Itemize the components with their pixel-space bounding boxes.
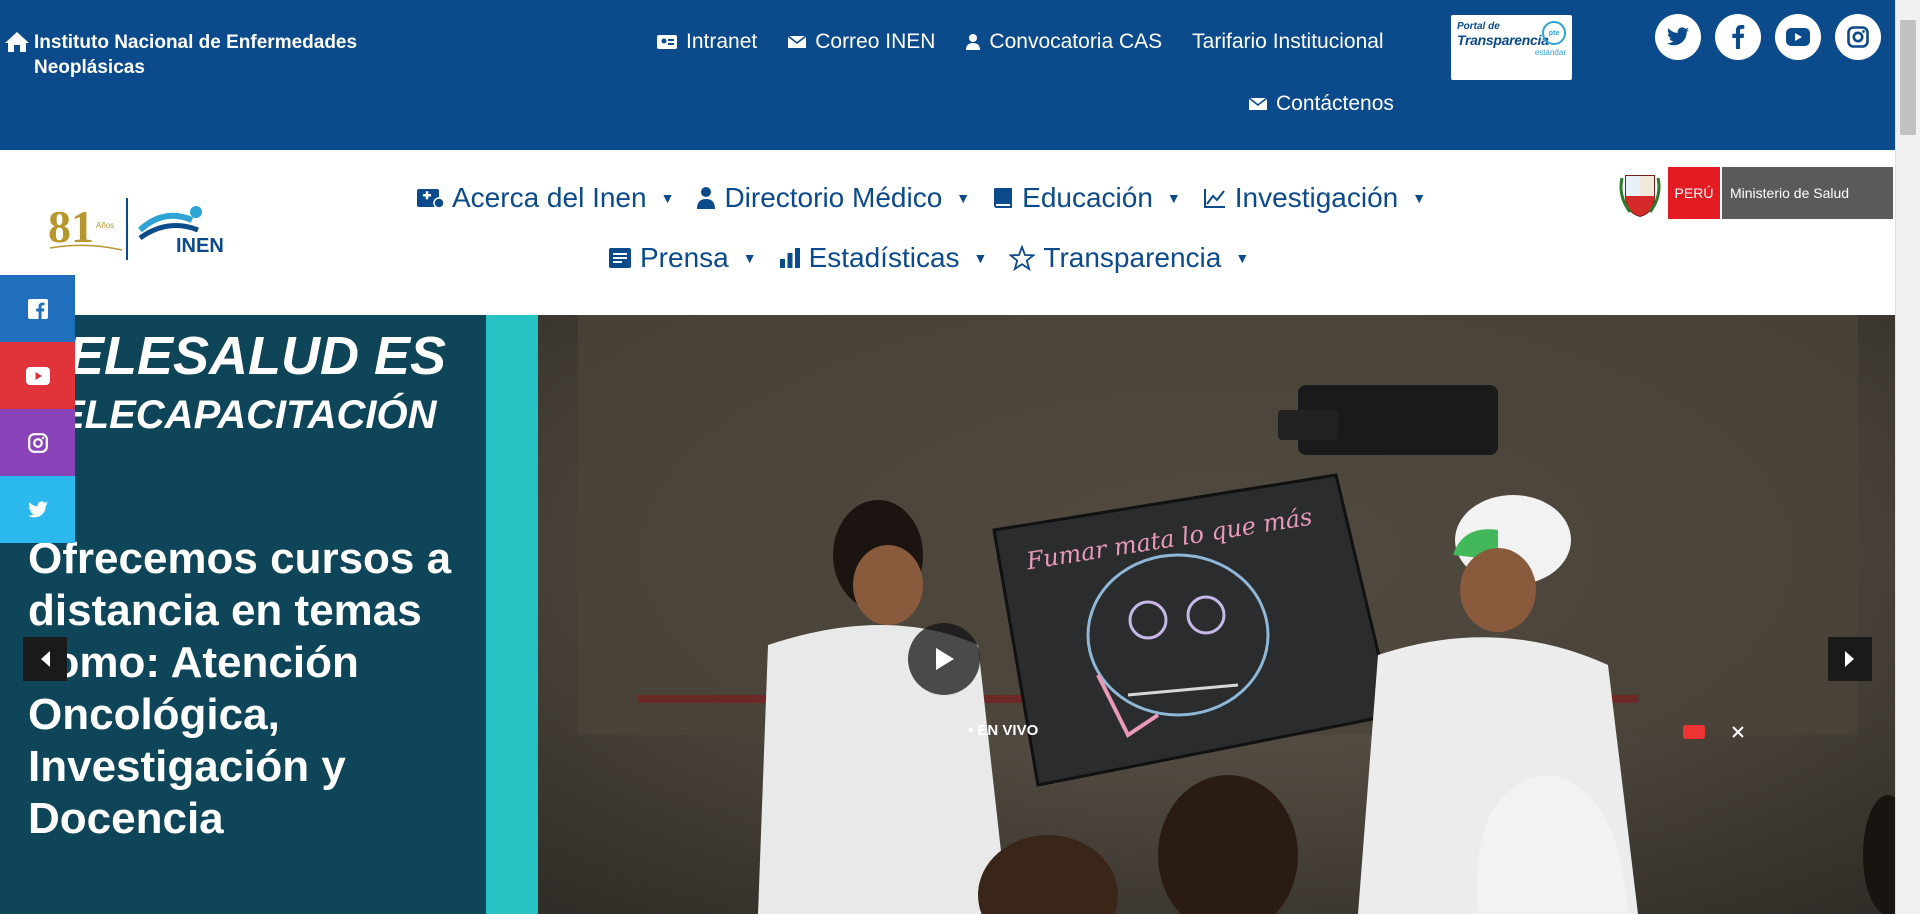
main-header: 81 Años INEN Acerca del Inen ▼ Directori…: [0, 150, 1895, 315]
tarifario-link[interactable]: Tarifario Institucional: [1192, 30, 1383, 54]
slide-body-text: Ofrecemos cursos a distancia en temas co…: [28, 534, 452, 843]
nav-estadisticas-label: Estadísticas: [808, 242, 960, 273]
caret-down-icon: ▼: [956, 190, 971, 206]
live-indicator: • EN VIVO: [968, 722, 1039, 739]
peru-label: PERÚ: [1668, 167, 1720, 219]
nav-investigacion-label: Investigación: [1234, 182, 1399, 213]
transparency-portal-link[interactable]: Portal de Transparencia estándar pte: [1451, 15, 1572, 80]
main-nav-row2: Prensa ▼ Estadísticas ▼ Transparencia ▼: [608, 242, 1271, 274]
nav-transparencia-label: Transparencia: [1043, 242, 1222, 273]
top-links: Intranet Correo INEN Convocatoria CAS Ta…: [656, 30, 1414, 54]
home-icon: [5, 32, 29, 52]
nav-prensa[interactable]: Prensa ▼: [608, 242, 757, 274]
video-play-button[interactable]: [908, 623, 980, 695]
twitter-link[interactable]: [1655, 14, 1701, 60]
side-facebook-button[interactable]: [0, 275, 75, 342]
nav-transparencia[interactable]: Transparencia ▼: [1009, 242, 1249, 274]
nav-prensa-label: Prensa: [640, 242, 729, 273]
logo-81-text: Años: [96, 221, 114, 230]
caret-down-icon: ▼: [742, 250, 757, 266]
chart-line-icon: [1203, 189, 1225, 208]
facebook-link[interactable]: [1715, 14, 1761, 60]
instagram-icon: [27, 432, 48, 453]
user-icon: [697, 187, 716, 209]
slide-heading-line2: ELECAPACITACIÓN: [58, 393, 437, 437]
institution-home-link[interactable]: Instituto Nacional de Enfermedades Neopl…: [4, 30, 394, 80]
bar-chart-icon: [779, 248, 800, 268]
peru-coat-of-arms-icon: [1619, 175, 1661, 218]
instagram-link[interactable]: [1835, 14, 1881, 60]
logo-81-number: 81: [48, 201, 94, 252]
social-links-top: [1655, 14, 1895, 60]
slide-photo: [538, 315, 1895, 914]
pte-badge-icon: pte: [1542, 21, 1566, 45]
caret-down-icon: ▼: [1412, 190, 1427, 206]
scrollbar-thumb[interactable]: [1900, 20, 1916, 135]
star-icon: [1009, 245, 1036, 271]
mail-icon: [787, 35, 807, 48]
page: Instituto Nacional de Enfermedades Neopl…: [0, 0, 1920, 914]
contact-link[interactable]: Contáctenos: [1248, 92, 1394, 116]
twitter-icon: [27, 500, 48, 517]
inen-logo[interactable]: INEN: [134, 200, 244, 260]
slide-heading-line1: ELESALUD ES: [68, 326, 447, 386]
youtube-link[interactable]: [1775, 14, 1821, 60]
play-icon: [936, 648, 954, 670]
logo-divider: [126, 198, 128, 260]
side-instagram-button[interactable]: [0, 409, 75, 476]
chevron-right-icon: [1845, 651, 1854, 667]
nav-educacion[interactable]: Educación ▼: [992, 182, 1181, 214]
side-youtube-button[interactable]: [0, 342, 75, 409]
newspaper-icon: [609, 248, 631, 268]
slide-accent-stripe: [486, 315, 538, 914]
nav-estadisticas[interactable]: Estadísticas ▼: [779, 242, 988, 274]
book-icon: [994, 188, 1013, 208]
main-nav-row1: Acerca del Inen ▼ Directorio Médico ▼ Ed…: [416, 182, 1448, 214]
nav-investigacion[interactable]: Investigación ▼: [1203, 182, 1426, 214]
chevron-left-icon: [41, 651, 50, 667]
institution-name: Instituto Nacional de Enfermedades Neopl…: [34, 32, 358, 78]
correo-label: Correo INEN: [815, 30, 936, 53]
anniversary-81-logo: 81 Años: [48, 201, 123, 252]
slider-next-button[interactable]: [1828, 637, 1872, 681]
intranet-label: Intranet: [686, 30, 758, 53]
facebook-icon: [1732, 25, 1745, 49]
convocatoria-label: Convocatoria CAS: [989, 30, 1163, 53]
side-social-bar: [0, 275, 75, 543]
twitter-icon: [1667, 27, 1689, 46]
user-icon: [966, 34, 981, 50]
intranet-link[interactable]: Intranet: [656, 30, 757, 54]
contact-label: Contáctenos: [1276, 92, 1394, 115]
inen-logo-text: INEN: [176, 235, 224, 257]
slider-prev-button[interactable]: [23, 637, 67, 681]
nav-educacion-label: Educación: [1022, 182, 1153, 213]
page-scrollbar[interactable]: [1895, 0, 1920, 914]
nav-acerca[interactable]: Acerca del Inen ▼: [416, 182, 674, 214]
youtube-icon: [1786, 28, 1810, 46]
hero-slider: ELESALUD ES ELECAPACITACIÓN Ofrecemos cu…: [0, 315, 1895, 914]
mail-icon: [1248, 97, 1268, 110]
nav-directorio[interactable]: Directorio Médico ▼: [696, 182, 970, 214]
caret-down-icon: ▼: [1235, 250, 1250, 266]
intranet-icon: [657, 35, 677, 49]
minsa-logo-link[interactable]: PERÚ Ministerio de Salud: [1618, 167, 1893, 219]
caret-down-icon: ▼: [973, 250, 988, 266]
convocatoria-link[interactable]: Convocatoria CAS: [965, 30, 1162, 54]
hospital-icon: [417, 189, 444, 209]
transparency-line3: estándar: [1534, 48, 1566, 57]
tarifario-label: Tarifario Institucional: [1192, 30, 1384, 53]
nav-acerca-label: Acerca del Inen: [452, 182, 647, 213]
side-twitter-button[interactable]: [0, 476, 75, 543]
instagram-icon: [1847, 26, 1869, 48]
nav-directorio-label: Directorio Médico: [724, 182, 943, 213]
top-bar: Instituto Nacional de Enfermedades Neopl…: [0, 0, 1895, 150]
caret-down-icon: ▼: [660, 190, 675, 206]
correo-link[interactable]: Correo INEN: [787, 30, 935, 54]
facebook-icon: [27, 298, 48, 319]
youtube-icon: [25, 366, 50, 385]
ministry-label: Ministerio de Salud: [1722, 167, 1893, 219]
caret-down-icon: ▼: [1166, 190, 1181, 206]
